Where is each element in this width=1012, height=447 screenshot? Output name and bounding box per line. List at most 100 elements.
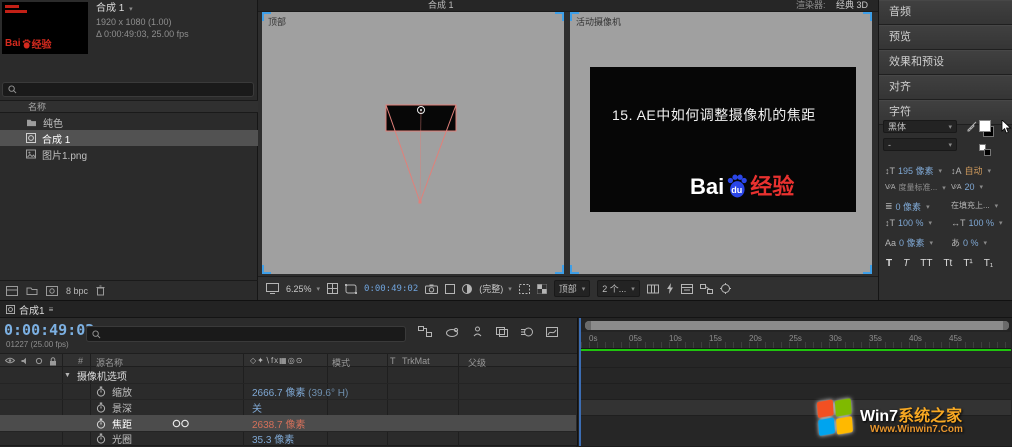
panel-header-align[interactable]: 对齐 <box>879 75 1012 100</box>
view-layout-dropdown[interactable]: 2 个...▾ <box>597 280 640 297</box>
panel-header-effects-presets[interactable]: 效果和预设 <box>879 50 1012 75</box>
viewer-tab-comp1[interactable]: 合成 1 <box>428 0 454 11</box>
audio-column-icon[interactable] <box>21 357 29 365</box>
magnification-dropdown[interactable]: 6.25%▾ <box>286 284 320 294</box>
twirl-down-icon[interactable]: ▼ <box>64 372 71 379</box>
stopwatch-icon[interactable] <box>96 402 106 413</box>
resolution-dropdown[interactable]: (完整)▾ <box>479 282 512 295</box>
column-trkmat[interactable]: TrkMat <box>402 356 430 366</box>
project-item-comp1[interactable]: 合成 1 <box>0 130 258 146</box>
project-comp-name[interactable]: 合成 1 <box>96 3 124 14</box>
timeline-button-icon[interactable] <box>681 284 693 294</box>
timeline-tab-comp1[interactable]: 合成1 <box>19 302 45 317</box>
frame-blending-icon[interactable] <box>496 327 508 337</box>
fill-color-swatch[interactable] <box>979 120 991 132</box>
column-number[interactable]: # <box>78 356 83 366</box>
solo-column-icon[interactable] <box>35 357 43 365</box>
stroke-type-dropdown[interactable]: 在填充上...▾ <box>951 200 998 211</box>
project-item-label: 纯色 <box>43 115 63 130</box>
superscript-button[interactable]: T¹ <box>960 258 975 269</box>
show-channels-icon[interactable] <box>462 284 472 294</box>
view-top-canvas[interactable]: 顶部 <box>262 12 564 274</box>
column-t[interactable]: T <box>390 356 396 366</box>
mouse-cursor <box>1001 120 1012 134</box>
viewer-timecode[interactable]: 0:00:49:02 <box>364 284 418 294</box>
eyedropper-icon[interactable] <box>967 121 977 132</box>
stopwatch-icon[interactable] <box>96 418 106 429</box>
small-caps-button[interactable]: Tt <box>940 258 955 269</box>
video-eye-column-icon[interactable] <box>5 357 15 364</box>
reset-exposure-icon[interactable] <box>720 283 731 294</box>
draft-3d-icon[interactable] <box>445 327 459 337</box>
property-row-zoom[interactable]: 缩放 2666.7 像素 (39.6° H) <box>0 383 576 400</box>
grid-and-guides-icon[interactable] <box>327 283 338 294</box>
stopwatch-icon[interactable] <box>96 433 106 444</box>
tsume-icon: あ <box>951 236 960 249</box>
tsume-control[interactable]: あ 0 %▾ <box>951 236 987 249</box>
time-ruler[interactable]: 0s 05s 10s 15s 20s 25s 30s 35s 40s 45s <box>581 332 1011 349</box>
stroke-width-control[interactable]: ≣ 0 像素▾ <box>885 200 930 213</box>
tracking-control[interactable]: V∕A 20▾ <box>951 182 983 192</box>
time-navigator-bar[interactable] <box>585 321 1009 330</box>
navigator-start-handle[interactable] <box>585 321 591 330</box>
vertical-scale-control[interactable]: ↕T 100 %▾ <box>885 218 932 228</box>
property-value[interactable]: 2666.7 像素 (39.6° H) <box>252 384 348 399</box>
always-preview-monitor-icon[interactable] <box>266 283 279 294</box>
composition-mini-flowchart-icon[interactable] <box>418 326 432 337</box>
current-time-display[interactable]: 0:00:49:02 <box>4 321 94 339</box>
font-size-control[interactable]: ↕T 195 像素▾ <box>885 164 942 177</box>
panel-header-audio[interactable]: 音频 <box>879 0 1012 25</box>
font-style-dropdown[interactable]: -▾ <box>883 138 957 151</box>
project-item-image[interactable]: 图片1.png <box>0 146 258 162</box>
graph-editor-icon[interactable] <box>546 327 558 337</box>
pixel-aspect-correction-icon[interactable] <box>647 284 659 294</box>
motion-blur-icon[interactable] <box>521 327 533 337</box>
baseline-shift-control[interactable]: Aa 0 像素▾ <box>885 236 933 249</box>
faux-bold-button[interactable]: T <box>883 258 895 269</box>
new-composition-icon[interactable] <box>46 286 58 296</box>
show-snapshot-icon[interactable] <box>445 284 455 294</box>
lock-column-icon[interactable] <box>49 357 57 366</box>
3d-view-dropdown[interactable]: 顶部▾ <box>554 280 591 297</box>
property-value[interactable]: 关 <box>252 400 262 415</box>
project-bit-depth[interactable]: 8 bpc <box>66 286 88 296</box>
stopwatch-icon[interactable] <box>96 386 106 397</box>
renderer-value-button[interactable]: 经典 3D <box>836 0 868 11</box>
font-family-dropdown[interactable]: 黑体▾ <box>883 120 957 133</box>
project-item-solids-folder[interactable]: 纯色 <box>0 114 258 130</box>
project-column-name[interactable]: 名称 <box>28 102 46 112</box>
view-active-camera-canvas[interactable]: 活动摄像机 15. AE中如何调整摄像机的焦距 Bai du <box>570 12 872 274</box>
region-of-interest-icon[interactable] <box>519 284 530 294</box>
property-row-depth-of-field[interactable]: 景深 关 <box>0 399 576 416</box>
value-drag-cursor <box>172 419 190 428</box>
timeline-search-input[interactable] <box>86 326 406 342</box>
fast-previews-icon[interactable] <box>666 283 674 294</box>
trash-icon[interactable] <box>96 285 105 296</box>
all-caps-button[interactable]: TT <box>917 258 935 269</box>
camera-options-group-row[interactable]: ▼ 摄像机选项 <box>0 367 576 384</box>
faux-italic-button[interactable]: T <box>900 258 912 269</box>
composition-flowchart-icon[interactable] <box>700 284 713 294</box>
leading-control[interactable]: ↕A 自动▾ <box>951 164 991 177</box>
ruler-label: 35s <box>869 334 882 343</box>
new-folder-icon[interactable] <box>26 286 38 296</box>
project-search-input[interactable] <box>2 82 254 97</box>
property-value-editing[interactable]: 2638.7 像素 <box>252 416 305 431</box>
default-fill-stroke-swatch[interactable] <box>984 149 991 156</box>
panel-header-preview[interactable]: 预览 <box>879 25 1012 50</box>
kerning-control[interactable]: V∕A 度量标准...▾ <box>885 182 946 193</box>
snapshot-camera-icon[interactable] <box>425 284 438 294</box>
property-value[interactable]: 35.3 像素 <box>252 431 294 446</box>
horizontal-scale-control[interactable]: ↔T 100 %▾ <box>951 218 1003 228</box>
chevron-down-icon: ▾ <box>317 285 321 293</box>
hide-shy-layers-icon[interactable] <box>472 326 483 337</box>
chevron-down-icon[interactable]: ▾ <box>129 6 133 13</box>
subscript-button[interactable]: T₁ <box>981 258 996 269</box>
composition-icon <box>26 133 36 143</box>
mask-visibility-icon[interactable] <box>345 284 357 294</box>
transparency-grid-icon[interactable] <box>537 284 547 294</box>
property-row-focal-distance-selected[interactable]: 焦距 2638.7 像素 <box>0 415 576 432</box>
panel-menu-icon[interactable]: ≡ <box>49 305 54 314</box>
navigator-end-handle[interactable] <box>1003 321 1009 330</box>
interpret-footage-icon[interactable] <box>6 286 18 296</box>
